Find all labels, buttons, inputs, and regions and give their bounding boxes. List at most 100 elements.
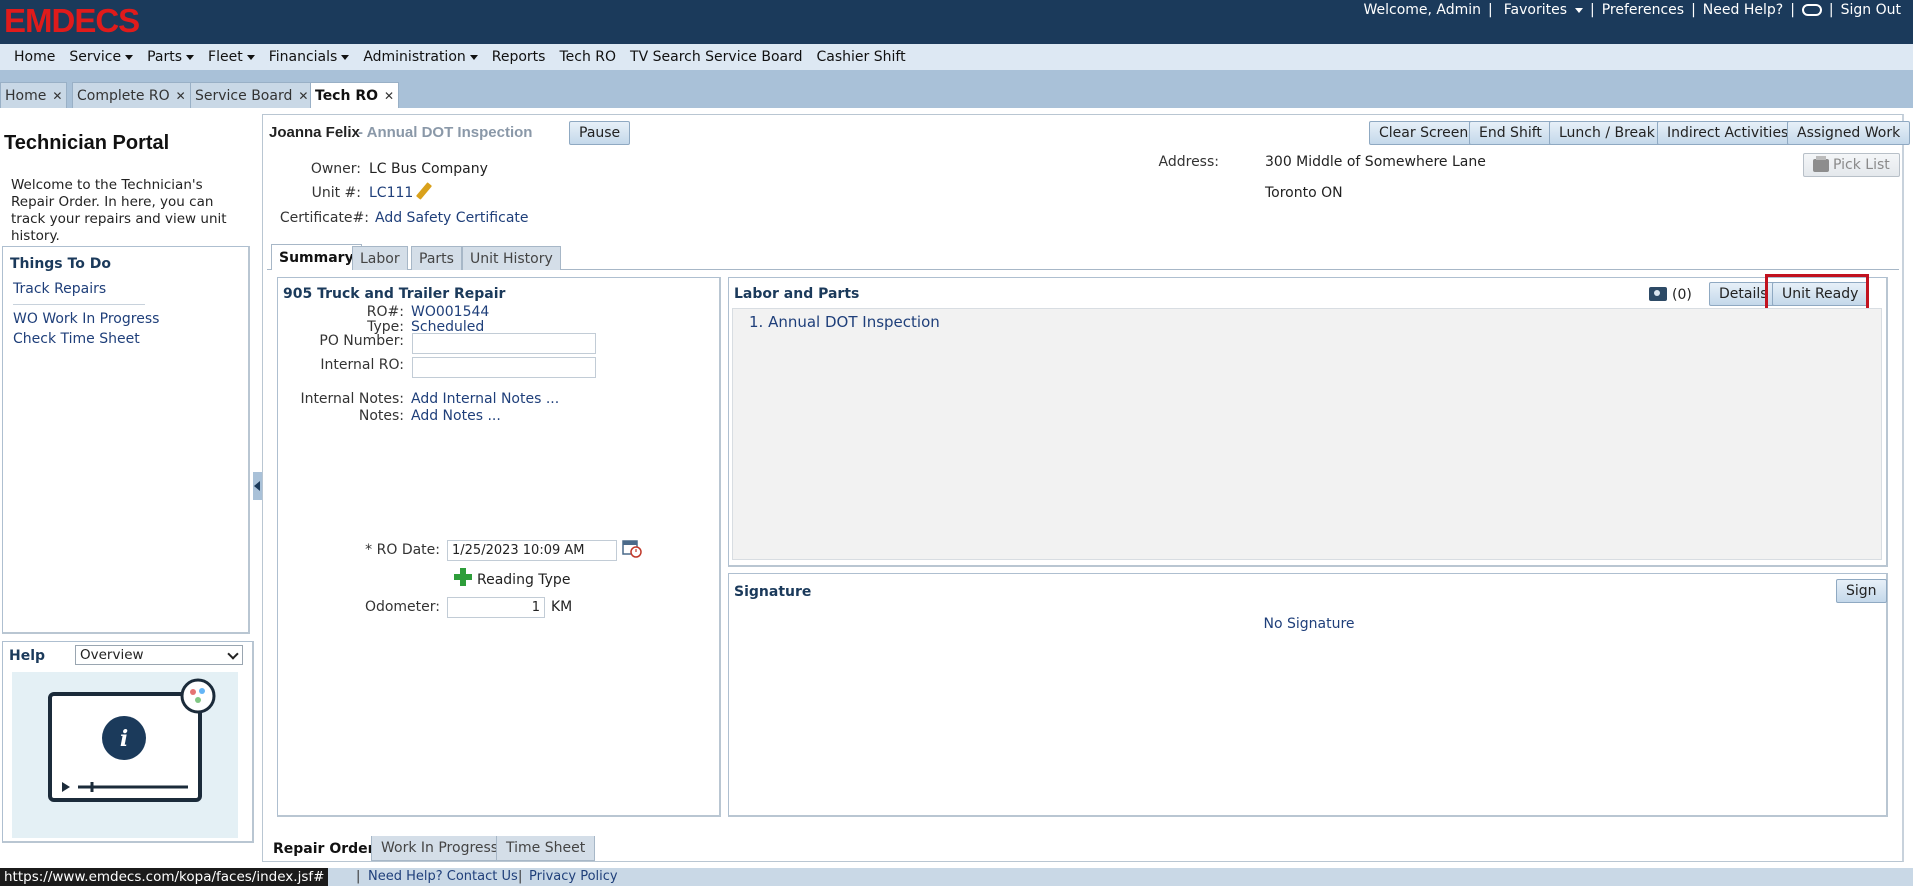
help-topic-select[interactable]: Overview xyxy=(75,645,243,665)
list-item[interactable]: 1. Annual DOT Inspection xyxy=(749,313,940,331)
status-bar-url: https://www.emdecs.com/kopa/faces/index.… xyxy=(0,868,329,886)
track-repairs-link[interactable]: Track Repairs xyxy=(13,281,106,297)
internal-ro-label: Internal RO: xyxy=(320,357,404,373)
edit-pencil-icon[interactable] xyxy=(415,182,433,200)
caret-down-icon xyxy=(125,54,134,60)
labor-and-parts-title: Labor and Parts xyxy=(734,286,860,302)
internal-ro-input[interactable] xyxy=(412,357,596,378)
pause-button[interactable]: Pause xyxy=(569,121,631,145)
sign-button[interactable]: Sign xyxy=(1836,579,1887,603)
address-line-2: Toronto ON xyxy=(1265,185,1343,201)
menu-financials[interactable]: Financials xyxy=(262,49,357,65)
help-title: Help xyxy=(9,648,46,664)
po-number-input[interactable] xyxy=(412,333,596,354)
tab-repair-order[interactable]: Repair Order xyxy=(264,836,384,861)
current-job: - Annual DOT Inspection xyxy=(358,124,533,141)
menu-tech-ro[interactable]: Tech RO xyxy=(552,49,623,65)
ro-date-input[interactable]: 1/25/2023 10:09 AM xyxy=(447,540,617,561)
calendar-icon[interactable] xyxy=(622,538,642,558)
help-video-thumbnail[interactable]: i xyxy=(12,672,238,838)
preferences-link[interactable]: Preferences xyxy=(1598,2,1688,18)
tab-summary[interactable]: Summary xyxy=(271,244,362,270)
portal-title: Technician Portal xyxy=(4,132,170,154)
ro-number-value[interactable]: WO001544 xyxy=(411,304,489,320)
tab-tech-ro[interactable]: Tech RO ✕ xyxy=(310,82,400,108)
signature-panel: Signature Sign No Signature xyxy=(728,573,1888,817)
end-shift-button[interactable]: End Shift xyxy=(1469,121,1552,145)
portal-description: Welcome to the Technician's Repair Order… xyxy=(11,177,227,244)
close-icon[interactable]: ✕ xyxy=(384,89,394,103)
tab-unit-history[interactable]: Unit History xyxy=(462,246,561,270)
reading-type-label[interactable]: Reading Type xyxy=(477,572,570,588)
camera-icon[interactable] xyxy=(1649,287,1667,301)
things-to-do-title: Things To Do xyxy=(10,256,111,272)
tab-complete-ro[interactable]: Complete RO ✕ xyxy=(72,82,191,108)
tab-labor[interactable]: Labor xyxy=(352,246,408,270)
assigned-work-button[interactable]: Assigned Work xyxy=(1787,121,1911,145)
menu-reports[interactable]: Reports xyxy=(485,49,553,65)
tab-service-board[interactable]: Service Board ✕ xyxy=(190,82,314,108)
menu-parts[interactable]: Parts xyxy=(140,49,201,65)
indirect-activities-button[interactable]: Indirect Activities xyxy=(1657,121,1799,145)
check-time-sheet-link[interactable]: Check Time Sheet xyxy=(13,331,140,347)
divider xyxy=(13,304,145,305)
close-icon[interactable]: ✕ xyxy=(52,89,62,103)
document-tabs: Home ✕ Complete RO ✕ Service Board ✕ Tech R… xyxy=(0,70,1913,108)
need-help-link[interactable]: Need Help? xyxy=(1699,2,1787,18)
add-safety-certificate-link[interactable]: Add Safety Certificate xyxy=(375,210,529,226)
add-notes-link[interactable]: Add Notes ... xyxy=(411,408,501,424)
menu-tv-search-service-board[interactable]: TV Search Service Board xyxy=(623,49,809,65)
summary-panel: 905 Truck and Trailer Repair RO#: WO0015… xyxy=(277,277,721,817)
caret-down-icon xyxy=(469,54,478,60)
printer-icon xyxy=(1813,155,1829,172)
ro-date-label: * RO Date: xyxy=(365,542,440,558)
address-label: Address: xyxy=(1158,154,1219,170)
owner-value: LC Bus Company xyxy=(369,161,488,177)
chat-icon[interactable] xyxy=(1801,4,1822,16)
menu-service[interactable]: Service xyxy=(62,49,140,65)
menu-fleet[interactable]: Fleet xyxy=(201,49,262,65)
emdecs-logo[interactable]: EMDECS xyxy=(4,2,140,40)
tab-time-sheet[interactable]: Time Sheet xyxy=(496,836,596,861)
top-header: EMDECS Welcome, Admin | Favorites | Pref… xyxy=(0,0,1913,44)
menu-home[interactable]: Home xyxy=(7,49,62,65)
menu-administration[interactable]: Administration xyxy=(356,49,484,65)
ro-number-label: RO#: xyxy=(366,304,404,320)
collapse-sidebar-handle[interactable] xyxy=(253,472,262,500)
unit-link[interactable]: LC111 xyxy=(369,185,413,201)
photo-count: (0) xyxy=(1672,287,1692,303)
po-number-label: PO Number: xyxy=(319,333,404,349)
close-icon[interactable]: ✕ xyxy=(298,89,308,103)
chevron-down-icon xyxy=(227,648,239,660)
tab-work-in-progress[interactable]: Work In Progress xyxy=(371,836,509,861)
caret-down-icon xyxy=(341,54,350,60)
owner-label: Owner: xyxy=(310,161,361,177)
sign-out-link[interactable]: Sign Out xyxy=(1837,2,1905,18)
contact-us-link[interactable]: Need Help? Contact Us xyxy=(368,869,518,884)
labor-and-parts-panel: Labor and Parts (0) Details Unit Ready 1… xyxy=(728,274,1888,567)
odometer-input[interactable]: 1 xyxy=(447,597,545,618)
privacy-policy-link[interactable]: Privacy Policy xyxy=(529,869,618,884)
favorites-menu[interactable]: Favorites xyxy=(1496,2,1587,18)
tab-parts[interactable]: Parts xyxy=(411,246,462,270)
help-panel: Help Overview i xyxy=(2,641,254,843)
address-line-1: 300 Middle of Somewhere Lane xyxy=(1265,154,1486,170)
signature-status: No Signature xyxy=(1263,616,1355,632)
wo-work-in-progress-link[interactable]: WO Work In Progress xyxy=(13,311,159,327)
labor-parts-list: 1. Annual DOT Inspection xyxy=(732,308,1882,560)
caret-down-icon xyxy=(1575,7,1584,13)
menu-cashier-shift[interactable]: Cashier Shift xyxy=(810,49,913,65)
caret-down-icon xyxy=(246,54,255,60)
tab-home[interactable]: Home ✕ xyxy=(0,82,68,108)
odometer-unit: KM xyxy=(551,599,573,615)
technician-ro-panel: Joanna Felix - Annual DOT Inspection Pau… xyxy=(262,114,1911,862)
notes-label: Notes: xyxy=(358,408,404,424)
close-icon[interactable]: ✕ xyxy=(176,89,186,103)
pick-list-button: Pick List xyxy=(1803,153,1900,177)
add-internal-notes-link[interactable]: Add Internal Notes ... xyxy=(411,391,559,407)
clear-screen-button[interactable]: Clear Screen xyxy=(1369,121,1479,145)
welcome-text: Welcome, Admin xyxy=(1363,2,1482,18)
things-to-do-panel: Things To Do Track Repairs WO Work In Pr… xyxy=(2,246,250,634)
add-reading-icon[interactable] xyxy=(454,568,472,586)
lunch-break-button[interactable]: Lunch / Break xyxy=(1549,121,1665,145)
